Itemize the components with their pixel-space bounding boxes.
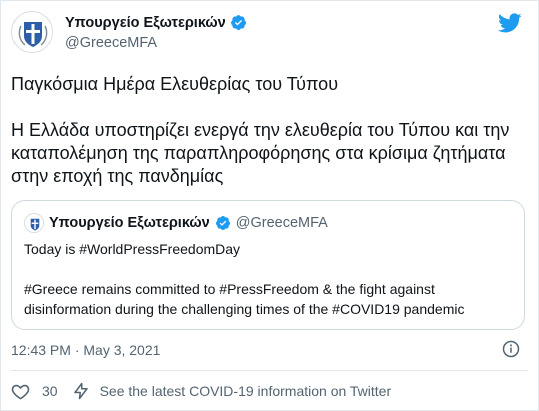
tweet-text: Παγκόσμια Ημέρα Ελευθερίας του Τύπου Η Ε… [11, 73, 524, 188]
quoted-tweet-text: Today is #WorldPressFreedomDay #Greece r… [24, 239, 512, 319]
covid-info-link[interactable]: See the latest COVID-19 information on T… [100, 383, 392, 399]
lightning-icon[interactable] [72, 381, 90, 401]
divider [11, 370, 528, 371]
quoted-tweet[interactable]: Υπουργείο Εξωτερικών @GreeceMFA Today is… [11, 200, 525, 330]
like-count: 30 [42, 383, 58, 399]
author-handle[interactable]: @GreeceMFA [65, 35, 157, 51]
tweet-paragraph: Παγκόσμια Ημέρα Ελευθερίας του Τύπου [11, 74, 339, 94]
heart-icon[interactable] [11, 382, 30, 401]
quoted-author-handle: @GreeceMFA [235, 215, 328, 231]
verified-badge-icon [215, 215, 231, 231]
author-name[interactable]: Υπουργείο Εξωτερικών [65, 15, 226, 31]
quoted-paragraph: Today is #WorldPressFreedomDay [24, 241, 241, 257]
avatar[interactable] [11, 11, 53, 53]
tweet-timestamp[interactable]: 12:43 PM · May 3, 2021 [11, 342, 160, 358]
tweet-header: Υπουργείο Εξωτερικών @GreeceMFA [11, 11, 528, 57]
quoted-paragraph: #Greece remains committed to #PressFreed… [24, 281, 465, 317]
tweet-card: Υπουργείο Εξωτερικών @GreeceMFA Παγκόσμι… [0, 0, 539, 411]
verified-badge-icon [230, 14, 247, 31]
quoted-avatar [24, 213, 44, 233]
info-icon[interactable] [502, 340, 520, 363]
quoted-tweet-header: Υπουργείο Εξωτερικών @GreeceMFA [24, 213, 512, 233]
greek-emblem-icon [25, 214, 43, 232]
tweet-paragraph: Η Ελλάδα υποστηρίζει ενεργά την ελευθερί… [11, 120, 510, 186]
twitter-logo-icon[interactable] [498, 11, 522, 35]
tweet-actions: 30 See the latest COVID-19 information o… [11, 380, 391, 402]
greek-emblem-icon [13, 13, 52, 52]
author-name-row: Υπουργείο Εξωτερικών [65, 14, 247, 31]
quoted-author-name: Υπουργείο Εξωτερικών [49, 215, 210, 231]
